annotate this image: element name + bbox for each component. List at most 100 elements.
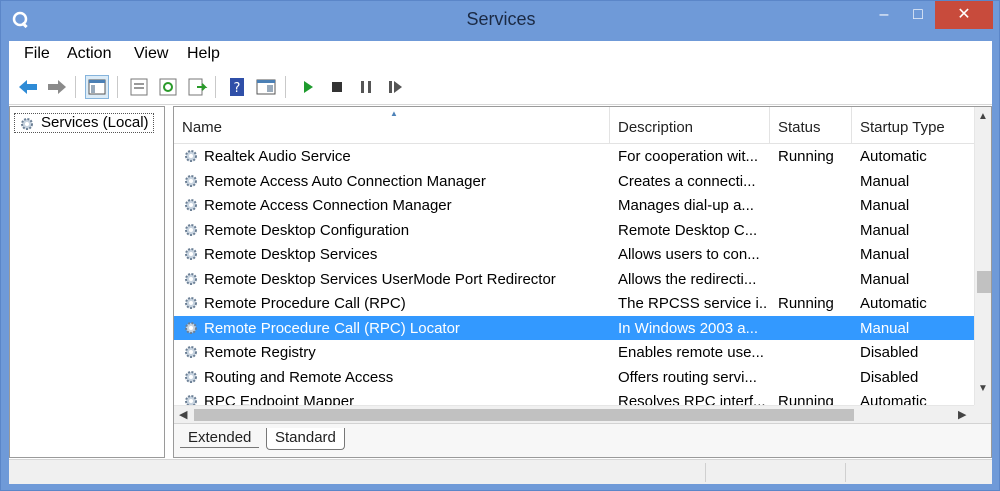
table-row[interactable]: Remote Registry Enables remote use... Disa… xyxy=(174,340,974,364)
service-startup-type: Automatic xyxy=(860,295,927,312)
service-gear-icon xyxy=(182,343,200,365)
help-icon[interactable]: ? xyxy=(225,75,249,99)
table-row[interactable]: RPC Endpoint Mapper Resolves RPC interf..… xyxy=(174,389,974,405)
table-row[interactable]: Remote Desktop Configuration Remote Deskt… xyxy=(174,218,974,242)
scroll-left-icon[interactable]: ◀ xyxy=(179,408,187,421)
column-header-startup-type[interactable]: Startup Type xyxy=(852,107,974,144)
horizontal-scroll-thumb[interactable] xyxy=(194,409,854,421)
vertical-scroll-thumb[interactable] xyxy=(977,271,991,293)
list-header: Name Description Status Startup Type xyxy=(174,107,974,144)
service-status: Running xyxy=(778,295,834,312)
service-name: Remote Desktop Services xyxy=(204,246,378,263)
service-gear-icon xyxy=(182,196,200,218)
service-name: Remote Procedure Call (RPC) xyxy=(204,295,406,312)
service-startup-type: Disabled xyxy=(860,344,919,361)
services-list: Realtek Audio Service For cooperation wit… xyxy=(174,144,974,405)
service-name: RPC Endpoint Mapper xyxy=(204,393,355,405)
services-window: Services – □ ✕ File Action View Help ? S… xyxy=(0,0,1000,491)
service-name: Remote Desktop Services UserMode Port Re… xyxy=(204,270,556,288)
window-title: Services xyxy=(466,9,536,29)
table-row[interactable]: Realtek Audio Service For cooperation wit… xyxy=(174,144,974,168)
menu-action[interactable]: Action xyxy=(67,45,111,63)
toolbar-separator xyxy=(285,76,286,98)
service-status: Running xyxy=(778,393,834,405)
status-bar xyxy=(9,459,992,484)
view-tabs: Extended Standard xyxy=(174,423,991,457)
column-header-description[interactable]: Description xyxy=(610,107,770,144)
service-name: Remote Procedure Call (RPC) Locator xyxy=(204,319,460,337)
scroll-corner xyxy=(974,405,991,423)
tree-node-label: Services (Local) xyxy=(41,114,149,131)
service-description: Creates a connecti... xyxy=(618,172,756,190)
service-name: Remote Access Auto Connection Manager xyxy=(204,172,486,190)
status-bar-divider xyxy=(705,463,706,482)
table-row[interactable]: Remote Procedure Call (RPC) Locator In Wi… xyxy=(174,315,974,341)
toolbar: ? xyxy=(9,69,992,105)
refresh-icon[interactable] xyxy=(156,75,180,99)
toolbar-separator xyxy=(117,76,118,98)
minimize-button[interactable]: – xyxy=(867,1,901,29)
service-startup-type: Disabled xyxy=(860,368,919,386)
table-row[interactable]: Remote Access Auto Connection Manager Cre… xyxy=(174,169,974,193)
service-gear-icon xyxy=(182,270,200,292)
stop-icon[interactable] xyxy=(325,75,349,99)
title-bar[interactable]: Services – □ ✕ xyxy=(1,1,1000,41)
table-row[interactable]: Remote Procedure Call (RPC) The RPCSS ser… xyxy=(174,291,974,315)
service-description: The RPCSS service i... xyxy=(618,295,766,312)
export-list-icon[interactable] xyxy=(185,75,209,99)
service-startup-type: Manual xyxy=(860,319,910,337)
vertical-scrollbar[interactable]: ▲ ▼ xyxy=(974,107,991,405)
service-description: Remote Desktop C... xyxy=(618,221,758,239)
back-arrow-icon[interactable] xyxy=(16,75,40,99)
service-startup-type: Manual xyxy=(860,221,910,239)
service-description: Offers routing servi... xyxy=(618,368,757,386)
service-description: Enables remote use... xyxy=(618,344,764,361)
scroll-right-icon[interactable]: ▶ xyxy=(958,408,966,421)
service-description: Resolves RPC interf... xyxy=(618,393,766,405)
horizontal-scrollbar[interactable]: ◀ ▶ xyxy=(174,405,974,423)
service-description: Allows users to con... xyxy=(618,246,760,263)
service-gear-icon xyxy=(182,319,200,341)
service-description: In Windows 2003 a... xyxy=(618,319,759,337)
table-row[interactable]: Remote Desktop Services Allows users to c… xyxy=(174,242,974,266)
service-description: Manages dial-up a... xyxy=(618,197,754,214)
tab-extended[interactable]: Extended xyxy=(180,428,260,448)
client-area: File Action View Help ? Services (Local)… xyxy=(9,41,992,484)
forward-arrow-icon[interactable] xyxy=(45,75,69,99)
services-gear-icon xyxy=(18,115,36,138)
menu-help[interactable]: Help xyxy=(187,45,220,63)
toolbar-separator xyxy=(75,76,76,98)
service-gear-icon xyxy=(182,172,200,194)
column-header-status[interactable]: Status xyxy=(770,107,852,144)
properties-icon[interactable] xyxy=(127,75,151,99)
tree-node-services-local[interactable]: Services (Local) xyxy=(14,113,154,133)
service-description: For cooperation wit... xyxy=(618,148,759,165)
scroll-up-icon[interactable]: ▲ xyxy=(978,111,988,122)
service-name: Remote Desktop Configuration xyxy=(204,221,410,239)
service-name: Remote Registry xyxy=(204,344,316,361)
show-hide-action-pane-icon[interactable] xyxy=(254,75,278,99)
maximize-button[interactable]: □ xyxy=(901,1,935,29)
close-button[interactable]: ✕ xyxy=(935,1,993,29)
service-gear-icon xyxy=(182,392,200,405)
show-hide-console-tree-icon[interactable] xyxy=(85,75,109,99)
services-list-panel: Name Description Status Startup Type ▲ R… xyxy=(173,106,992,458)
menu-file[interactable]: File xyxy=(24,45,50,63)
service-name: Remote Access Connection Manager xyxy=(204,197,452,214)
resume-icon[interactable] xyxy=(383,75,407,99)
scroll-down-icon[interactable]: ▼ xyxy=(978,383,988,394)
play-icon[interactable] xyxy=(296,75,320,99)
table-row[interactable]: Remote Access Connection Manager Manages … xyxy=(174,193,974,217)
table-row[interactable]: Routing and Remote Access Offers routing … xyxy=(174,365,974,389)
service-description: Allows the redirecti... xyxy=(618,270,757,288)
table-row[interactable]: Remote Desktop Services UserMode Port Re… xyxy=(174,267,974,291)
svg-text:?: ? xyxy=(234,81,241,96)
service-gear-icon xyxy=(182,221,200,243)
service-startup-type: Manual xyxy=(860,246,910,263)
menu-view[interactable]: View xyxy=(134,45,168,63)
sort-ascending-icon: ▲ xyxy=(390,109,398,118)
tab-standard[interactable]: Standard xyxy=(266,428,345,450)
pause-icon[interactable] xyxy=(354,75,378,99)
service-name: Realtek Audio Service xyxy=(204,148,351,165)
service-name: Routing and Remote Access xyxy=(204,368,394,386)
